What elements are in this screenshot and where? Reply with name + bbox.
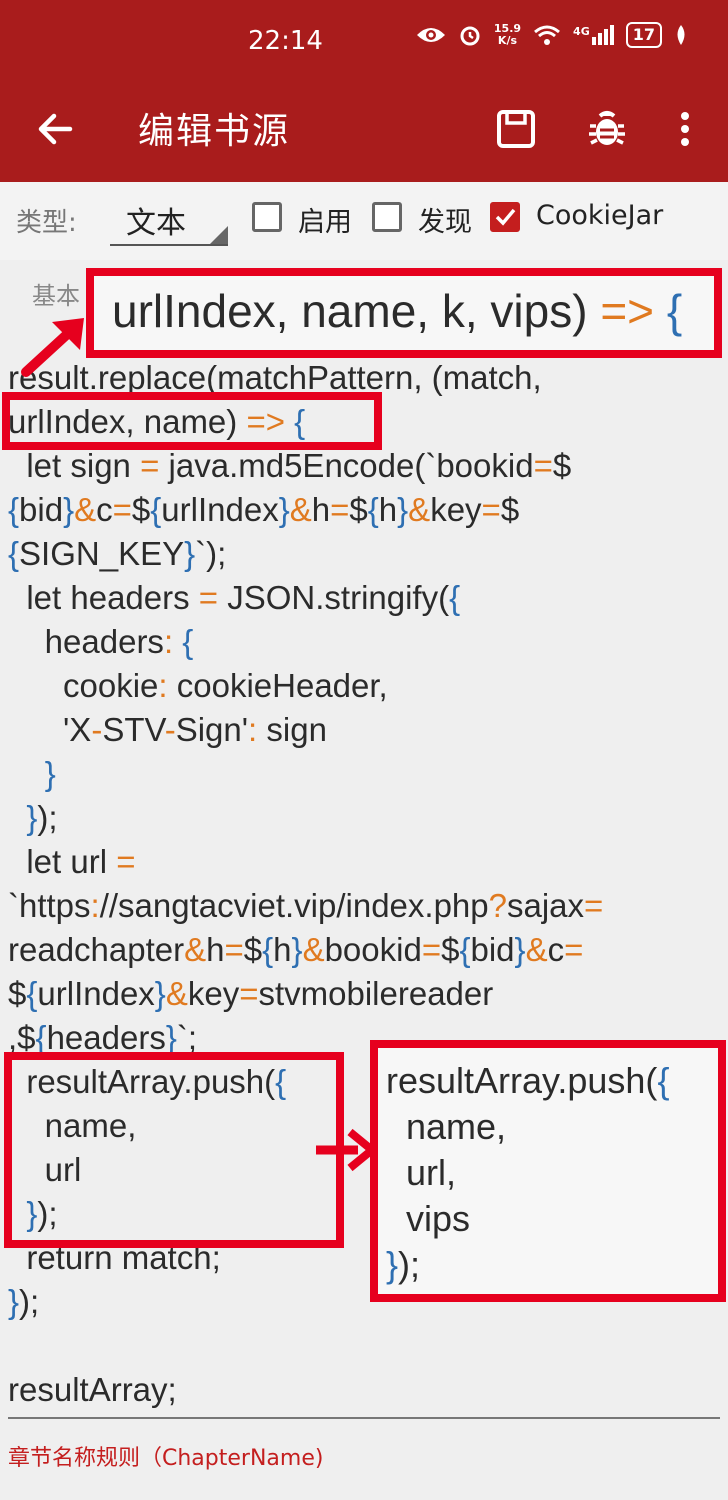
enable-checkbox[interactable] <box>252 202 282 232</box>
page-title: 编辑书源 <box>138 111 291 152</box>
network-type: 4G <box>573 25 590 38</box>
code-line: let url = <box>8 843 136 880</box>
bug-icon[interactable] <box>584 106 630 152</box>
code-line: {SIGN_KEY}`); <box>8 535 227 572</box>
more-vert-icon[interactable] <box>668 106 702 152</box>
enable-label: 启用 <box>298 207 352 238</box>
code-line: 'X-STV-Sign': sign <box>8 711 327 748</box>
type-select[interactable]: 文本 <box>110 198 228 246</box>
status-icons: 15.9 K/s 4G 17 <box>416 22 688 48</box>
highlight-box-params <box>2 392 382 450</box>
app-header: 22:14 15.9 K/s 4G 17 编辑书源 <box>0 0 728 182</box>
zoom-push-text: resultArray.push({ name, url, vips }); <box>386 1060 670 1285</box>
tab-basic[interactable]: 基本 <box>32 276 80 311</box>
status-time: 22:14 <box>248 26 323 56</box>
chapter-name-label: 章节名称规则（ChapterName) <box>8 1446 324 1471</box>
code-line: let sign = java.md5Encode(`bookid=$ <box>8 447 572 484</box>
code-line: `https://sangtacviet.vip/index.php?sajax… <box>8 887 604 924</box>
back-arrow-icon[interactable] <box>32 106 78 152</box>
source-options-row: 类型: 文本 启用 发现 CookieJar <box>0 182 728 260</box>
code-line: {bid}&c=${urlIndex}&h=${h}&key=$ <box>8 491 520 528</box>
toolbar: 编辑书源 <box>0 86 728 182</box>
net-speed-unit: K/s <box>497 34 518 47</box>
highlight-box-push <box>4 1052 344 1248</box>
code-line: headers: { <box>8 623 194 660</box>
code-line: }); <box>26 799 58 836</box>
arrow-up-right-icon <box>21 318 84 377</box>
eye-icon <box>416 28 445 42</box>
checkmark-icon <box>495 208 516 226</box>
code-line: cookie: cookieHeader, <box>8 667 388 704</box>
discover-checkbox[interactable] <box>372 202 402 232</box>
field-divider <box>8 1417 720 1419</box>
leaf-icon <box>677 25 685 45</box>
type-label: 类型: <box>16 208 77 238</box>
arrow-right-icon <box>316 1128 376 1172</box>
code-line: ${urlIndex}&key=stvmobilereader <box>8 975 494 1012</box>
cookiejar-label: CookieJar <box>536 200 664 231</box>
code-line: resultArray; <box>8 1371 177 1408</box>
signal-icon: 4G <box>573 25 614 45</box>
code-line: } <box>44 755 56 792</box>
code-line: let headers = JSON.stringify({ <box>8 579 461 616</box>
save-icon[interactable] <box>493 106 539 152</box>
alarm-icon <box>460 26 480 46</box>
dropdown-triangle-icon <box>210 226 228 244</box>
wifi-icon <box>534 25 561 45</box>
cookiejar-checkbox[interactable] <box>490 202 520 232</box>
discover-label: 发现 <box>418 207 472 238</box>
code-line: readchapter&h=${h}&bookid=${bid}&c= <box>8 931 584 968</box>
net-speed: 15.9 K/s <box>494 23 521 47</box>
type-select-value: 文本 <box>126 206 186 241</box>
battery-icon: 17 <box>625 22 662 48</box>
zoom-params-text: urlIndex, name, k, vips) => { <box>112 285 683 337</box>
